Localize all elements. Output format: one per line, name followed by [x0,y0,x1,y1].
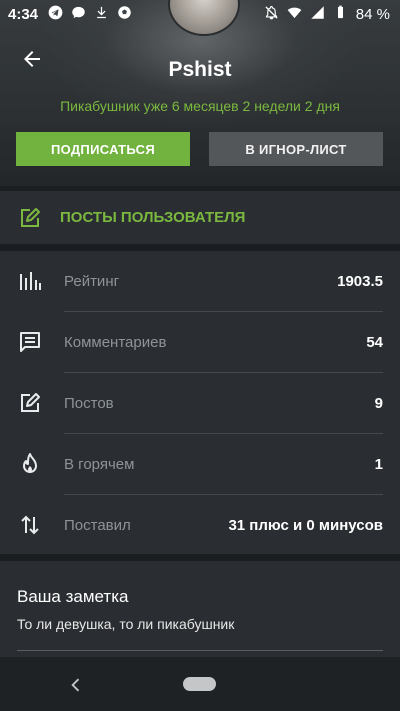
stats-list: Рейтинг 1903.5 Комментариев 54 Постов 9 [0,251,400,554]
note-card [0,561,400,657]
user-posts-label: ПОСТЫ ПОЛЬЗОВАТЕЛЯ [60,209,246,226]
ignore-list-button[interactable]: В ИГНОР-ЛИСТ [209,132,383,166]
stat-label: Рейтинг [64,273,120,290]
signal-icon [310,5,325,24]
stat-row-votes: Поставил 31 плюс и 0 минусов [0,495,400,556]
wifi-icon [287,5,302,24]
battery-percent: 84 % [355,5,390,23]
stat-label: В горячем [64,456,135,473]
edit-icon [18,391,42,415]
profile-username: Pshist [168,58,232,81]
status-bar: 4:34 84 % [0,0,400,28]
edit-icon [18,206,42,230]
stat-label: Комментариев [64,334,167,351]
subscribe-button[interactable]: ПОДПИСАТЬСЯ [16,132,190,166]
chat-icon [71,5,86,24]
profile-header: 4:34 84 % Pshist Пикабушник уже 6 месяце… [0,0,400,186]
nav-home-button[interactable] [183,677,216,691]
user-posts-link[interactable]: ПОСТЫ ПОЛЬЗОВАТЕЛЯ [0,191,400,244]
system-nav-bar [0,657,400,711]
stat-row-comments: Комментариев 54 [0,312,400,373]
swap-vertical-icon [18,513,42,537]
notifications-off-icon [264,5,279,24]
stat-label: Поставил [64,517,131,534]
profile-tenure: Пикабушник уже 6 месяцев 2 недели 2 дня [60,98,340,114]
battery-icon [333,5,348,24]
stat-row-posts: Постов 9 [0,373,400,434]
fire-icon [18,452,42,476]
stat-value: 54 [366,334,383,351]
bar-chart-icon [18,269,42,293]
stat-label: Постов [64,395,114,412]
note-text[interactable]: То ли девушка, то ли пикабушник [17,616,234,632]
note-title: Ваша заметка [17,587,129,606]
telegram-icon [48,5,63,24]
download-icon [94,5,109,24]
soccer-ball-icon [117,5,132,24]
comment-icon [18,330,42,354]
stat-value: 9 [374,395,383,412]
stat-value: 1 [374,456,383,473]
note-underline [17,650,383,651]
status-time: 4:34 [8,5,39,23]
nav-back-button[interactable] [66,675,86,695]
stat-row-hot: В горячем 1 [0,434,400,495]
stat-value: 31 плюс и 0 минусов [228,517,383,534]
stat-value: 1903.5 [337,273,383,290]
stat-row-rating: Рейтинг 1903.5 [0,251,400,312]
chevron-left-icon [71,678,80,692]
